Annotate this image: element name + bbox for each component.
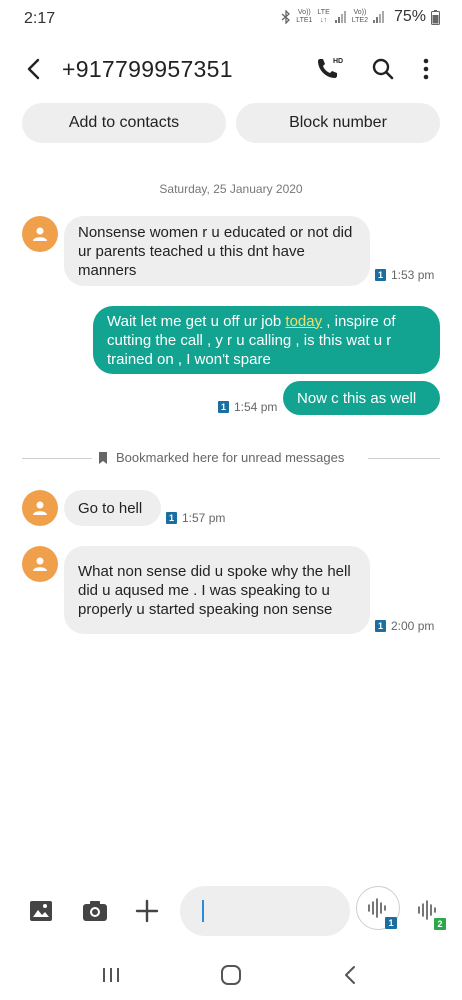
recent-apps-button[interactable]: [96, 962, 126, 988]
add-to-contacts-button[interactable]: Add to contacts: [22, 103, 226, 143]
sim-badge: 1: [375, 620, 386, 632]
status-bar: 2:17 Vo)) LTE1 LTE ↓↑ Vo)) LTE2 75%: [0, 0, 462, 38]
person-icon: [33, 227, 47, 241]
camera-icon: [83, 901, 107, 921]
signal-icon-1: [334, 11, 346, 23]
phone-hd-icon: HD: [318, 58, 343, 78]
contact-title: +917799957351: [62, 56, 233, 82]
call-button[interactable]: HD: [314, 54, 344, 84]
sim1-indicator: Vo)) LTE1: [296, 9, 313, 24]
date-separator: Saturday, 25 January 2020: [159, 182, 303, 196]
avatar[interactable]: [22, 490, 58, 526]
status-time: 2:17: [24, 10, 56, 27]
message-input[interactable]: [180, 886, 350, 936]
divider-line: [368, 458, 440, 459]
sim-badge: 1: [375, 269, 386, 281]
home-icon: [221, 965, 241, 985]
avatar[interactable]: [22, 216, 58, 252]
message-time: 1:57 pm: [182, 511, 226, 525]
lte-indicator: LTE ↓↑: [317, 9, 330, 24]
person-icon: [33, 501, 47, 515]
search-button[interactable]: [368, 54, 398, 84]
back-nav-button[interactable]: [336, 962, 366, 988]
status-icons: Vo)) LTE1 LTE ↓↑ Vo)) LTE2 75%: [281, 8, 440, 26]
date-link[interactable]: today: [285, 313, 322, 330]
back-button[interactable]: [22, 54, 50, 84]
message-meta: 1 2:00 pm: [375, 619, 434, 633]
search-icon: [372, 58, 394, 80]
voice-wave-icon: [418, 900, 436, 920]
sim-badge: 2: [434, 918, 446, 930]
message-bubble-incoming[interactable]: What non sense did u spoke why the hell …: [64, 546, 370, 634]
message-bubble-outgoing[interactable]: Now c this as well: [283, 381, 440, 415]
signal-icon-2: [372, 11, 384, 23]
battery-icon: [431, 9, 440, 25]
image-icon: [30, 901, 52, 921]
attach-button[interactable]: [132, 896, 162, 926]
message-meta: 1 1:57 pm: [166, 511, 225, 525]
plus-icon: [135, 899, 159, 923]
bookmark-label: Bookmarked here for unread messages: [98, 450, 344, 465]
camera-button[interactable]: [80, 896, 110, 926]
system-navigation-bar: [0, 950, 462, 1000]
sim-badge: 1: [218, 401, 229, 413]
voice-record-sim2-button[interactable]: 2: [410, 888, 454, 932]
message-time: 1:54 pm: [234, 400, 278, 414]
message-text: Wait let me get u off ur job today , ins…: [107, 312, 396, 368]
message-time: 2:00 pm: [391, 619, 435, 633]
block-number-button[interactable]: Block number: [236, 103, 440, 143]
unread-bookmark-divider: Bookmarked here for unread messages: [22, 448, 440, 470]
recent-apps-icon: [103, 968, 119, 982]
sim-badge: 1: [385, 917, 397, 929]
message-time: 1:53 pm: [391, 268, 435, 282]
arrow-left-icon: [27, 58, 40, 80]
message-composer: 1 2: [0, 884, 462, 938]
divider-line: [22, 458, 92, 459]
svg-text:HD: HD: [333, 58, 343, 65]
message-meta: 1 1:53 pm: [375, 268, 434, 282]
home-button[interactable]: [216, 962, 246, 988]
message-bubble-incoming[interactable]: Nonsense women r u educated or not did u…: [64, 216, 370, 286]
bookmark-icon: [99, 451, 107, 464]
conversation-header: +917799957351 HD: [0, 44, 462, 94]
sim2-indicator: Vo)) LTE2: [351, 9, 368, 24]
bluetooth-icon: [281, 10, 291, 24]
avatar[interactable]: [22, 546, 58, 582]
message-bubble-incoming[interactable]: Go to hell: [64, 490, 161, 526]
sim-badge: 1: [166, 512, 177, 524]
gallery-button[interactable]: [26, 896, 56, 926]
more-options-button[interactable]: [414, 54, 438, 84]
battery-percent: 75%: [393, 8, 426, 25]
chevron-left-icon: [345, 966, 355, 984]
text-cursor: [202, 900, 204, 922]
message-meta: 1 1:54 pm: [218, 400, 277, 414]
person-icon: [33, 557, 47, 571]
voice-record-sim1-button[interactable]: 1: [356, 886, 400, 930]
message-bubble-outgoing[interactable]: Wait let me get u off ur job today , ins…: [93, 306, 440, 374]
more-vertical-icon: [423, 58, 429, 80]
